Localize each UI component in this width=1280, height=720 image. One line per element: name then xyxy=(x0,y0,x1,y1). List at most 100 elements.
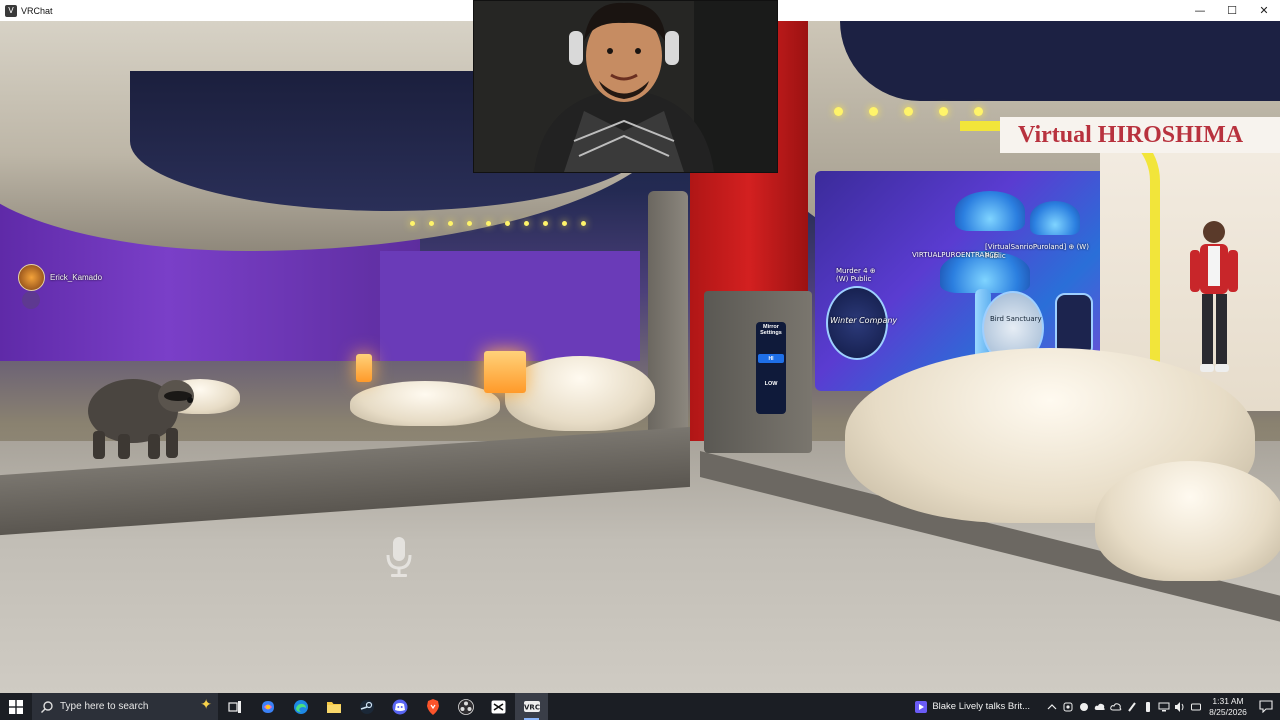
taskbar-vrchat[interactable]: VRC xyxy=(515,693,548,720)
tray-app-icon xyxy=(1080,702,1088,711)
search-placeholder: Type here to search xyxy=(60,701,149,712)
light-bulb xyxy=(834,107,843,116)
search-icon xyxy=(41,700,53,713)
tray-app-1[interactable] xyxy=(1060,693,1076,720)
light-bulb xyxy=(524,221,529,226)
show-hidden-icons-button[interactable] xyxy=(1044,693,1060,720)
vrchat-app-icon: V xyxy=(5,4,17,17)
windows-taskbar: Type here to search ✦ VRC Blake Lively t… xyxy=(0,693,1280,720)
taskbar-discord[interactable] xyxy=(383,693,416,720)
task-view-icon xyxy=(227,700,241,713)
beanbag xyxy=(1095,461,1280,581)
clock-time: 1:31 AM xyxy=(1212,695,1244,706)
svg-text:VRC: VRC xyxy=(524,703,540,711)
tray-app-icon xyxy=(1063,702,1073,711)
network-button[interactable] xyxy=(1156,693,1172,720)
light-bulb xyxy=(581,221,586,226)
tray-app-4[interactable] xyxy=(1108,693,1124,720)
player-avatar-thumbnail xyxy=(18,264,45,291)
minimize-button[interactable]: — xyxy=(1184,0,1216,21)
keyboard-icon xyxy=(1191,703,1201,710)
light-bulb xyxy=(505,221,510,226)
tray-app-3[interactable] xyxy=(1092,693,1108,720)
light-bulb xyxy=(429,221,434,226)
chevron-up-icon xyxy=(1047,703,1057,709)
mirror-settings-panel: Mirror Settings HI LOW xyxy=(756,322,786,414)
taskbar-obs[interactable] xyxy=(449,693,482,720)
vrchat-icon: VRC xyxy=(523,700,540,712)
right-sky xyxy=(840,21,1280,101)
string-lights-right xyxy=(834,107,983,116)
shop-sign: Virtual HIROSHIMA xyxy=(1000,117,1280,153)
search-highlight-icon: ✦ xyxy=(200,697,212,713)
pen-icon xyxy=(1128,701,1136,712)
close-button[interactable]: ✕ xyxy=(1248,0,1280,21)
edge-icon xyxy=(293,699,308,714)
cloud-icon xyxy=(1094,703,1105,710)
string-lights-left xyxy=(410,221,586,226)
tray-app-6[interactable] xyxy=(1140,693,1156,720)
taskbar-file-explorer[interactable] xyxy=(317,693,350,720)
news-headline: Blake Lively talks Brit... xyxy=(932,701,1030,712)
steam-icon xyxy=(359,699,374,714)
folder-icon xyxy=(326,701,341,713)
light-bulb xyxy=(904,107,913,116)
capcut-icon xyxy=(491,700,506,713)
taskbar-copilot[interactable] xyxy=(251,693,284,720)
volume-button[interactable] xyxy=(1172,693,1188,720)
windows-logo-icon xyxy=(9,699,23,714)
player-avatar[interactable] xyxy=(1178,216,1250,376)
start-button[interactable] xyxy=(0,693,32,720)
microphone-icon xyxy=(386,537,412,577)
webcam-overlay xyxy=(473,0,778,173)
taskbar-task-view[interactable] xyxy=(218,693,251,720)
language-button[interactable] xyxy=(1188,693,1204,720)
obs-icon xyxy=(457,698,474,715)
system-tray: Blake Lively talks Brit... 1:31 AM 8/25/… xyxy=(915,693,1280,720)
light-bulb xyxy=(410,221,415,226)
light-bulb xyxy=(562,221,567,226)
light-bulb xyxy=(974,107,983,116)
notification-icon xyxy=(1259,700,1273,713)
cloud-sync-icon xyxy=(1110,702,1122,710)
purple-wall-back xyxy=(380,251,640,361)
light-bulb xyxy=(869,107,878,116)
light-bulb xyxy=(543,221,548,226)
video-news-icon xyxy=(915,700,928,713)
discord-icon xyxy=(392,699,407,714)
notification-center-button[interactable] xyxy=(1252,693,1280,720)
taskbar-brave[interactable] xyxy=(416,693,449,720)
usb-drive-icon xyxy=(1146,701,1150,712)
window-title: VRChat xyxy=(21,5,53,16)
speaker-icon xyxy=(1175,701,1184,712)
floor-lamp xyxy=(356,354,372,382)
mirror-settings-title: Mirror Settings xyxy=(760,324,782,336)
player-nameplate[interactable]: Erick_Kamado xyxy=(18,264,102,291)
webcam-person xyxy=(474,1,777,172)
maximize-button[interactable]: ☐ xyxy=(1216,0,1248,21)
mirror-frame xyxy=(648,191,688,461)
player-name: Erick_Kamado xyxy=(50,273,103,282)
raccoon-avatar[interactable] xyxy=(78,356,198,461)
beanbag xyxy=(350,381,500,426)
mirror-hi-button[interactable]: HI xyxy=(758,354,784,363)
window-controls: — ☐ ✕ xyxy=(1184,0,1280,21)
light-bulb xyxy=(486,221,491,226)
copilot-icon xyxy=(261,700,274,713)
taskbar-search-box[interactable]: Type here to search ✦ xyxy=(32,693,218,720)
mirror-low-button[interactable]: LOW xyxy=(765,381,778,387)
light-bulb xyxy=(467,221,472,226)
brave-icon xyxy=(426,698,439,715)
tray-app-2[interactable] xyxy=(1076,693,1092,720)
taskbar-capcut[interactable] xyxy=(482,693,515,720)
clock-date: 8/25/2026 xyxy=(1209,706,1247,717)
network-icon xyxy=(1158,702,1170,711)
taskbar-edge[interactable] xyxy=(284,693,317,720)
taskbar-clock[interactable]: 1:31 AM 8/25/2026 xyxy=(1204,693,1252,720)
player-status-icon xyxy=(22,291,40,309)
taskbar-steam[interactable] xyxy=(350,693,383,720)
tray-app-5[interactable] xyxy=(1124,693,1140,720)
light-bulb xyxy=(448,221,453,226)
portal-murder4[interactable]: Winter Company xyxy=(826,286,897,360)
news-widget[interactable]: Blake Lively talks Brit... xyxy=(915,700,1030,713)
